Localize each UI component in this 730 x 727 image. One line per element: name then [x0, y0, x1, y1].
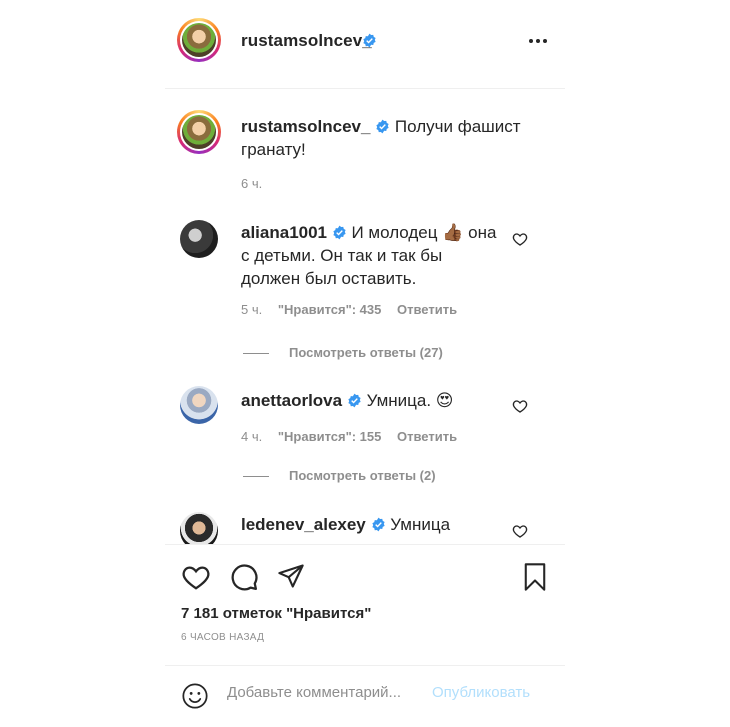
view-replies-label: Посмотреть ответы (27) — [289, 345, 443, 360]
caption-avatar[interactable] — [177, 110, 221, 154]
post-header: rustamsolncev_ — [165, 0, 565, 89]
caption-text-block: rustamsolncev_ Получи фашист гранату! — [241, 115, 521, 161]
instagram-post-page: rustamsolncev_ rustamsolncev_ Получи фаш… — [0, 0, 730, 727]
likes-count[interactable]: 7 181 отметок "Нравится" — [181, 605, 371, 622]
more-horizontal-icon[interactable] — [527, 34, 549, 48]
reply-button[interactable]: Ответить — [397, 429, 457, 444]
comment-text-block: aliana1001 И молодец 👍🏾 она с детьми. Он… — [241, 221, 506, 290]
comment-username[interactable]: ledenev_alexey — [241, 515, 366, 534]
post-actions: 7 181 отметок "Нравится" 6 часов назад — [165, 545, 565, 665]
author-avatar[interactable] — [177, 18, 221, 62]
heart-icon[interactable] — [181, 562, 211, 592]
commenter-avatar[interactable] — [180, 220, 218, 258]
comment-time[interactable]: 5 ч. — [241, 302, 262, 317]
verified-badge-icon — [348, 393, 361, 408]
comment-meta: 4 ч. "Нравится": 155 Ответить — [241, 429, 469, 444]
comment-like-icon[interactable] — [512, 523, 528, 539]
replies-divider — [243, 353, 269, 355]
view-replies-button[interactable]: Посмотреть ответы (27) — [243, 345, 443, 360]
commenter-avatar[interactable] — [180, 512, 218, 544]
verified-badge-icon — [371, 517, 385, 532]
add-comment-bar: Опубликовать — [165, 665, 565, 724]
comment-like-icon[interactable] — [512, 398, 528, 414]
verified-badge-icon — [333, 225, 346, 240]
comment-username[interactable]: anettaorlova — [241, 391, 342, 410]
post-time-ago[interactable]: 6 часов назад — [181, 632, 264, 643]
paper-plane-icon[interactable] — [277, 562, 305, 590]
comment-likes[interactable]: "Нравится": 155 — [278, 429, 382, 444]
verified-badge-icon — [363, 33, 376, 48]
comment-time[interactable]: 4 ч. — [241, 429, 262, 444]
reply-button[interactable]: Ответить — [397, 302, 457, 317]
replies-divider — [243, 476, 269, 478]
comment-text: Умница. 😍 — [366, 391, 454, 410]
caption-time[interactable]: 6 ч. — [241, 176, 262, 191]
view-replies-label: Посмотреть ответы (2) — [289, 468, 436, 483]
comment-username[interactable]: aliana1001 — [241, 223, 327, 242]
verified-badge-icon — [376, 119, 389, 134]
bookmark-icon[interactable] — [521, 562, 549, 592]
caption-meta: 6 ч. — [241, 176, 274, 191]
comment-text-block: ledenev_alexey Умница — [241, 513, 506, 536]
caption-username[interactable]: rustamsolncev_ — [241, 117, 370, 136]
author-username[interactable]: rustamsolncev_ — [241, 31, 372, 51]
comment-like-icon[interactable] — [512, 231, 528, 247]
smiley-icon[interactable] — [181, 682, 209, 710]
comment-likes[interactable]: "Нравится": 435 — [278, 302, 382, 317]
comment-icon[interactable] — [229, 562, 259, 592]
publish-button[interactable]: Опубликовать — [432, 684, 530, 701]
comment-meta: 5 ч. "Нравится": 435 Ответить — [241, 302, 469, 317]
comments-section: rustamsolncev_ Получи фашист гранату! 6 … — [165, 88, 565, 545]
comment-input[interactable] — [227, 684, 427, 701]
view-replies-button[interactable]: Посмотреть ответы (2) — [243, 468, 436, 483]
comment-text: Умница — [390, 515, 451, 534]
commenter-avatar[interactable] — [180, 386, 218, 424]
comment-text-block: anettaorlova Умница. 😍 — [241, 389, 506, 412]
